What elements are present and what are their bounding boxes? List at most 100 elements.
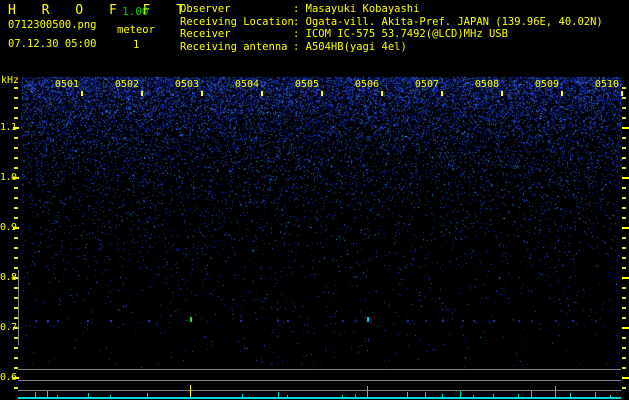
freq-minor-tick-left — [14, 387, 18, 389]
left-scale-line — [18, 270, 19, 345]
strip-reference-line — [18, 369, 621, 370]
signal-spike — [493, 394, 494, 397]
signal-spike — [147, 393, 148, 397]
signal-spike — [355, 394, 356, 397]
freq-minor-tick-left — [14, 257, 18, 259]
freq-minor-tick-left — [14, 137, 18, 139]
freq-major-tick-right — [622, 377, 629, 379]
freq-label: 0.7 — [0, 322, 17, 333]
signal-spike — [242, 394, 243, 397]
freq-minor-tick-left — [14, 97, 18, 99]
freq-label: 0.9 — [0, 222, 17, 233]
time-label: 0503 — [174, 79, 199, 90]
time-label: 0502 — [114, 79, 139, 90]
time-label: 0509 — [534, 79, 559, 90]
freq-minor-tick-right — [622, 207, 626, 209]
signal-spike — [425, 392, 426, 397]
time-label: 0505 — [294, 79, 319, 90]
signal-spike — [570, 393, 571, 397]
signal-spike — [88, 393, 89, 397]
freq-minor-tick-right — [622, 187, 626, 189]
signal-spike — [278, 392, 279, 397]
freq-minor-tick-right — [622, 367, 626, 369]
freq-minor-tick-left — [14, 187, 18, 189]
strip-reference-line — [18, 380, 621, 381]
freq-minor-tick-right — [622, 347, 626, 349]
freq-minor-tick-right — [622, 167, 626, 169]
freq-major-tick-left — [13, 377, 19, 379]
time-tick — [441, 91, 443, 96]
time-tick — [621, 91, 623, 96]
freq-major-tick-left — [13, 127, 19, 129]
signal-spike — [190, 385, 191, 397]
freq-minor-tick-left — [14, 217, 18, 219]
signal-spike — [57, 395, 58, 397]
time-tick — [201, 91, 203, 96]
time-label: 0507 — [414, 79, 439, 90]
freq-minor-tick-right — [622, 337, 626, 339]
freq-minor-tick-right — [622, 147, 626, 149]
time-tick — [321, 91, 323, 96]
freq-minor-tick-left — [14, 157, 18, 159]
signal-spike — [555, 386, 556, 397]
signal-spike — [110, 395, 111, 397]
freq-minor-tick-right — [622, 297, 626, 299]
signal-spike — [460, 391, 461, 397]
signal-spike — [367, 386, 368, 397]
signal-spike — [342, 395, 343, 397]
freq-minor-tick-right — [622, 257, 626, 259]
signal-spike — [442, 394, 443, 397]
time-tick — [261, 91, 263, 96]
signal-spike — [35, 392, 36, 397]
freq-minor-tick-right — [622, 137, 626, 139]
freq-minor-tick-left — [14, 247, 18, 249]
freq-major-tick-right — [622, 127, 629, 129]
freq-minor-tick-right — [622, 247, 626, 249]
freq-major-tick-left — [13, 227, 19, 229]
time-label: 0508 — [474, 79, 499, 90]
freq-minor-tick-right — [622, 387, 626, 389]
signal-spike — [47, 391, 48, 397]
freq-major-tick-right — [622, 177, 629, 179]
freq-minor-tick-right — [622, 117, 626, 119]
freq-minor-tick-right — [622, 197, 626, 199]
freq-label: 1.1 — [0, 122, 17, 133]
freq-minor-tick-right — [622, 307, 626, 309]
time-tick — [561, 91, 563, 96]
signal-spike — [287, 395, 288, 397]
freq-minor-tick-right — [622, 357, 626, 359]
freq-minor-tick-left — [14, 87, 18, 89]
freq-minor-tick-left — [14, 267, 18, 269]
freq-minor-tick-right — [622, 317, 626, 319]
time-label: 0506 — [354, 79, 379, 90]
freq-minor-tick-left — [14, 207, 18, 209]
time-label: 0504 — [234, 79, 259, 90]
freq-label: 1.0 — [0, 172, 17, 183]
freq-minor-tick-right — [622, 287, 626, 289]
freq-minor-tick-right — [622, 267, 626, 269]
signal-spike — [407, 392, 408, 397]
signal-baseline — [18, 397, 621, 399]
time-tick — [141, 91, 143, 96]
signal-spike — [518, 394, 519, 397]
time-label: 0501 — [54, 79, 79, 90]
freq-minor-tick-left — [14, 147, 18, 149]
freq-minor-tick-right — [622, 107, 626, 109]
time-tick — [81, 91, 83, 96]
freq-minor-tick-left — [14, 357, 18, 359]
freq-major-tick-right — [622, 327, 629, 329]
freq-minor-tick-left — [14, 107, 18, 109]
freq-minor-tick-right — [622, 87, 626, 89]
freq-minor-tick-left — [14, 117, 18, 119]
signal-spike — [610, 395, 611, 397]
freq-minor-tick-right — [622, 97, 626, 99]
signal-spike — [595, 392, 596, 397]
freq-label: 0.8 — [0, 272, 17, 283]
freq-minor-tick-left — [14, 167, 18, 169]
freq-minor-tick-right — [622, 237, 626, 239]
signal-spike — [531, 390, 532, 397]
freq-minor-tick-left — [14, 197, 18, 199]
time-label: 0510 — [594, 79, 619, 90]
signal-spike — [473, 395, 474, 397]
hrofft-screen: H R O F F T 1.00 0712300500.png meteor 0… — [0, 0, 629, 400]
